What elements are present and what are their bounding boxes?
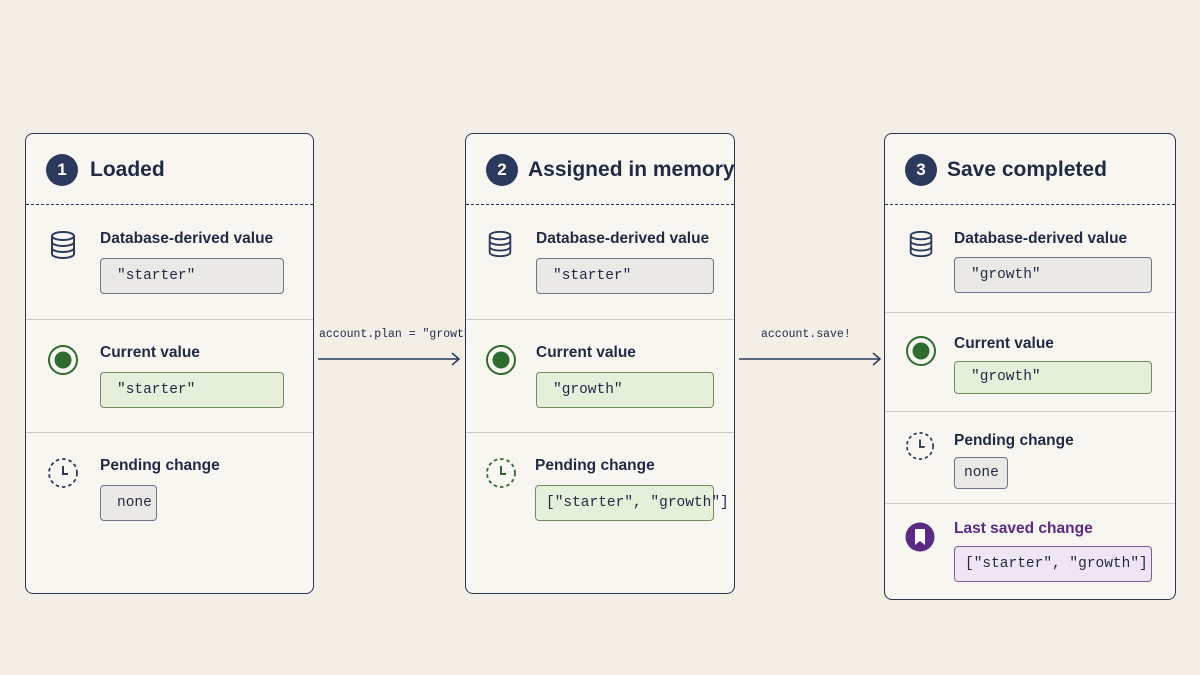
value-box: "starter" [100, 372, 284, 408]
database-icon [51, 231, 75, 260]
database-icon [909, 230, 933, 258]
step-title: Loaded [90, 158, 165, 181]
database-value-section: Database-derived value "starter" [26, 205, 313, 319]
card-header: 3 Save completed [885, 134, 1175, 205]
section-label: Current value [954, 335, 1054, 352]
value-box: "starter" [100, 258, 284, 294]
section-label: Pending change [535, 457, 655, 474]
value-box: none [100, 485, 157, 521]
step-number-badge: 1 [46, 154, 78, 186]
value-box: "starter" [536, 258, 714, 294]
pending-change-section: Pending change none [885, 411, 1175, 504]
arrow-right-icon [318, 352, 461, 366]
step-number-badge: 3 [905, 154, 937, 186]
radio-dot-icon [486, 345, 516, 375]
bookmark-icon [905, 522, 935, 552]
card-header: 1 Loaded [26, 134, 313, 205]
section-label: Database-derived value [100, 230, 274, 247]
pending-change-section: Pending change ["starter", "growth"] [466, 432, 734, 593]
database-value-section: Database-derived value "growth" [885, 205, 1175, 312]
step-number-badge: 2 [486, 154, 518, 186]
current-value-section: Current value "growth" [885, 312, 1175, 412]
radio-dot-icon [906, 336, 936, 366]
clock-icon [48, 458, 78, 488]
value-box: "growth" [536, 372, 714, 408]
section-label: Current value [536, 344, 636, 361]
last-saved-change-section: Last saved change ["starter", "growth"] [885, 503, 1175, 599]
section-label: Database-derived value [954, 230, 1128, 247]
step-card-saved: 3 Save completed Database-derived value … [884, 133, 1176, 600]
current-value-section: Current value "starter" [26, 319, 313, 433]
value-box: "growth" [954, 361, 1152, 394]
database-icon [488, 230, 512, 258]
transition-label: account.plan = "growth" [319, 328, 478, 341]
step-card-loaded: 1 Loaded Database-derived value "starter… [25, 133, 314, 594]
value-box: "growth" [954, 257, 1152, 293]
section-label: Database-derived value [536, 230, 710, 247]
value-box: ["starter", "growth"] [535, 485, 729, 521]
arrow-right-icon [739, 352, 882, 366]
database-value-section: Database-derived value "starter" [466, 205, 734, 319]
card-header: 2 Assigned in memory [466, 134, 735, 205]
clock-icon [906, 432, 934, 460]
radio-dot-icon [48, 345, 78, 375]
step-card-assigned: 2 Assigned in memory Database-derived va… [465, 133, 735, 594]
step-title: Assigned in memory [528, 158, 735, 181]
section-label: Current value [100, 344, 200, 361]
pending-change-section: Pending change none [26, 432, 313, 593]
current-value-section: Current value "growth" [466, 319, 734, 433]
clock-icon [486, 458, 516, 488]
section-label: Pending change [100, 457, 220, 474]
section-label: Last saved change [954, 520, 1093, 537]
value-box: ["starter", "growth"] [954, 546, 1152, 582]
section-label: Pending change [954, 432, 1074, 449]
transition-label: account.save! [761, 328, 851, 341]
step-title: Save completed [947, 158, 1107, 181]
value-box: none [954, 457, 1008, 489]
